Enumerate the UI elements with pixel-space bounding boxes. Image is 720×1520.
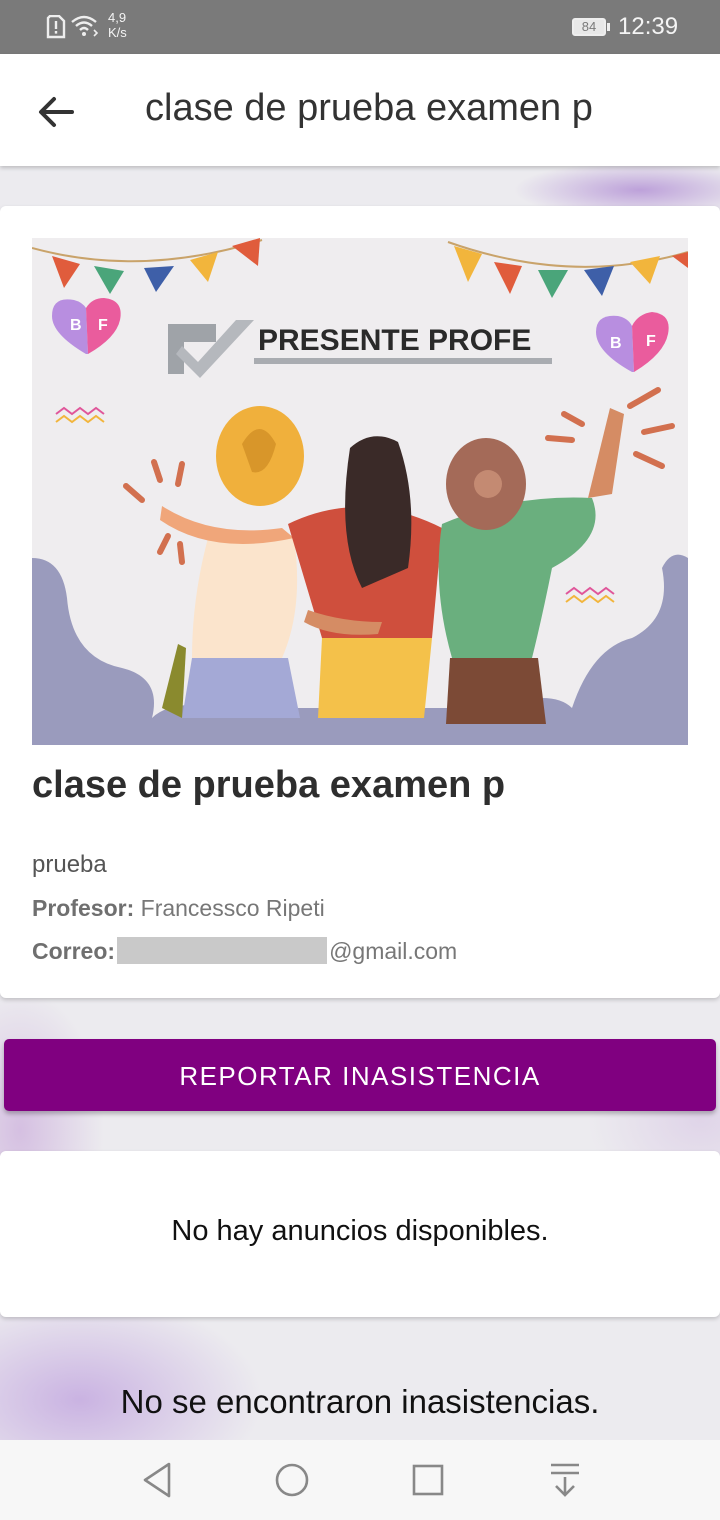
teacher-label: Profesor: [32, 895, 135, 921]
network-speed-unit: K/s [108, 25, 127, 40]
nav-menu-down-icon[interactable] [548, 1460, 582, 1500]
nav-home-icon[interactable] [274, 1460, 310, 1500]
battery-tip [607, 23, 610, 31]
app-bar: clase de prueba examen p [0, 54, 720, 166]
report-absence-button[interactable]: REPORTAR INASISTENCIA [4, 1039, 716, 1111]
class-card: B F B F PRESENTE PROFE clase de prueba e… [0, 206, 720, 998]
network-speed-value: 4,9 [108, 10, 127, 25]
no-announcements-text: No hay anuncios disponibles. [171, 1215, 549, 1247]
logo-text: PRESENTE PROFE [258, 324, 531, 357]
battery-icon: 84 [572, 18, 606, 36]
class-description: prueba [32, 851, 107, 878]
alert-sim-icon [46, 15, 66, 39]
teacher-info: Profesor: Francessco Ripeti [32, 895, 325, 922]
heart-letter-b-2: B [610, 335, 622, 352]
heart-letter-f: F [98, 317, 108, 334]
email-label: Correo: [32, 938, 116, 964]
heart-letter-f-2: F [646, 333, 656, 350]
wifi-icon [71, 15, 99, 37]
page-title: clase de prueba examen p [145, 87, 593, 129]
battery-level: 84 [581, 19, 597, 34]
clock: 12:39 [618, 13, 679, 40]
nav-recents-icon[interactable] [411, 1460, 445, 1500]
email-domain: @gmail.com [329, 938, 458, 964]
email-info: Correo: @gmail.com [32, 937, 457, 965]
no-absences-text: No se encontraron inasistencias. [120, 1383, 600, 1420]
announcements-card: No hay anuncios disponibles. [0, 1151, 720, 1317]
arrow-left-icon[interactable] [34, 90, 78, 134]
network-speed: 4,9 K/s [108, 10, 127, 40]
class-banner-image: B F B F PRESENTE PROFE [32, 238, 688, 745]
teacher-name: Francessco Ripeti [140, 895, 325, 921]
email-redacted-block [117, 937, 328, 964]
system-nav-bar [0, 1440, 720, 1520]
status-bar: 4,9 K/s 84 12:39 [0, 0, 720, 54]
nav-back-icon[interactable] [140, 1460, 174, 1500]
class-title: clase de prueba examen p [32, 764, 506, 806]
heart-letter-b: B [70, 317, 82, 334]
